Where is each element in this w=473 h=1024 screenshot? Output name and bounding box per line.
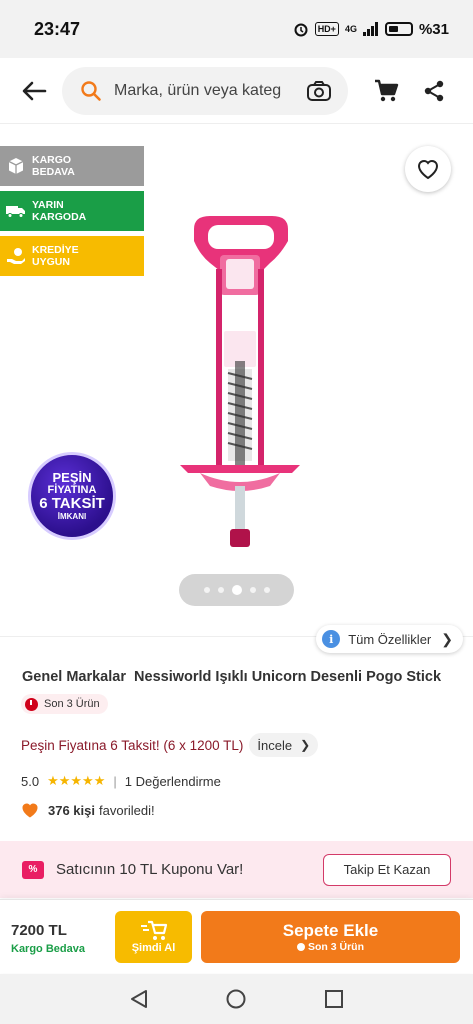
favorite-count: 376 kişi xyxy=(48,802,95,818)
nav-home-button[interactable] xyxy=(221,984,251,1014)
product-name: Nessiworld Işıklı Unicorn Desenli Pogo S… xyxy=(134,669,442,685)
installment-row: Peşin Fiyatına 6 Taksit! (6 x 1200 TL) İ… xyxy=(21,733,319,757)
carousel-indicator[interactable] xyxy=(179,574,294,606)
badge-line: KARGODA xyxy=(32,211,87,223)
badge-next-day: YARIN KARGODA xyxy=(0,191,144,231)
follow-earn-button[interactable]: Takip Et Kazan xyxy=(323,853,451,886)
badge-line: BEDAVA xyxy=(32,166,75,178)
favorite-button[interactable] xyxy=(405,146,451,192)
review-count[interactable]: 1 Değerlendirme xyxy=(125,774,221,789)
battery-icon xyxy=(384,22,413,36)
carousel-dot-active[interactable] xyxy=(231,585,242,595)
add-to-cart-label: Sepete Ekle xyxy=(282,921,379,940)
coupon-banner: % Satıcının 10 TL Kuponu Var! Takip Et K… xyxy=(0,841,473,898)
back-arrow-icon xyxy=(22,81,47,100)
box-icon xyxy=(6,156,26,176)
incele-label: İncele xyxy=(257,737,293,753)
heart-outline-icon xyxy=(417,160,439,180)
square-recents-icon xyxy=(325,990,344,1008)
sticker-line: 6 TAKSİT xyxy=(39,495,105,512)
buy-now-button[interactable]: Şimdi Al xyxy=(115,911,192,963)
camera-search-button[interactable] xyxy=(304,76,334,106)
add-to-cart-sub-label: Son 3 Ürün xyxy=(307,941,364,953)
cart-fast-icon xyxy=(140,920,167,940)
share-button[interactable] xyxy=(414,71,454,111)
heart-filled-icon xyxy=(22,803,38,818)
signal-icon xyxy=(362,22,378,36)
status-bar: 23:47 HD+ 4G %31 xyxy=(0,0,473,58)
all-specs-button[interactable]: i Tüm Özellikler ❯ xyxy=(316,625,463,653)
share-icon xyxy=(424,80,444,101)
battery-level: %31 xyxy=(418,20,449,38)
installment-text: Peşin Fiyatına 6 Taksit! (6 x 1200 TL) xyxy=(21,737,244,753)
all-specs-label: Tüm Özellikler xyxy=(348,631,432,647)
cart-icon xyxy=(375,79,399,101)
top-header xyxy=(0,58,473,124)
hd-indicator: HD+ xyxy=(314,22,339,36)
product-info: i Tüm Özellikler ❯ Genel Markalar Nessiw… xyxy=(0,625,473,836)
incele-button[interactable]: İncele ❯ xyxy=(249,733,319,757)
divider: | xyxy=(113,773,117,789)
chevron-right-icon: ❯ xyxy=(300,738,311,752)
rating-stars: ★★★★★ xyxy=(47,773,106,788)
nav-recents-button[interactable] xyxy=(319,984,349,1014)
product-brand[interactable]: Genel Markalar xyxy=(22,669,126,685)
carousel-dot[interactable] xyxy=(249,587,256,593)
installment-sticker: PEŞİN FİYATINA 6 TAKSİT İMKANI xyxy=(28,452,116,540)
badge-credit: KREDİYE UYGUN xyxy=(0,236,144,276)
stock-badge: Son 3 Ürün xyxy=(21,694,108,714)
favorite-text: favoriledi! xyxy=(99,802,155,818)
add-to-cart-button[interactable]: Sepete Ekle Son 3 Ürün xyxy=(201,911,460,963)
alarm-icon xyxy=(294,23,308,37)
badge-line: YARIN xyxy=(32,199,64,211)
search-icon xyxy=(81,80,101,101)
favorite-count-row: 376 kişi favoriledi! xyxy=(21,801,155,819)
carousel-dot[interactable] xyxy=(217,587,224,593)
add-to-cart-sub: Son 3 Ürün xyxy=(296,941,364,953)
sticker-line: İMKANI xyxy=(57,512,87,521)
shipping-label: Kargo Bedava xyxy=(11,943,85,955)
network-indicator: 4G xyxy=(344,24,357,34)
rating-value: 5.0 xyxy=(21,773,40,789)
clock-icon xyxy=(296,943,305,951)
info-icon: i xyxy=(322,630,341,648)
search-input[interactable] xyxy=(114,81,282,100)
coupon-icon: % xyxy=(22,860,44,879)
cart-button[interactable] xyxy=(366,71,406,111)
product-image xyxy=(180,216,300,547)
badge-line: UYGUN xyxy=(32,256,70,268)
hand-coin-icon xyxy=(6,246,26,266)
bottom-action-bar: 7200 TL Kargo Bedava Şimdi Al Sepete Ekl… xyxy=(0,899,473,973)
status-icons: HD+ 4G %31 xyxy=(293,21,449,38)
truck-icon xyxy=(6,201,26,221)
product-title: Genel Markalar Nessiworld Işıklı Unicorn… xyxy=(22,669,441,685)
carousel-dot[interactable] xyxy=(263,587,270,593)
clock-icon xyxy=(25,697,38,711)
circle-home-icon xyxy=(226,989,246,1009)
sticker-line: PEŞİN xyxy=(52,470,92,485)
back-button[interactable] xyxy=(14,71,54,111)
status-time: 23:47 xyxy=(34,18,81,39)
triangle-back-icon xyxy=(130,990,147,1008)
stock-badge-label: Son 3 Ürün xyxy=(44,698,100,710)
carousel-dot[interactable] xyxy=(203,587,210,593)
search-bar[interactable] xyxy=(62,66,348,115)
system-nav-bar xyxy=(0,974,473,1024)
price: 7200 TL xyxy=(11,922,67,939)
badge-free-shipping: KARGO BEDAVA xyxy=(0,146,144,186)
nav-back-button[interactable] xyxy=(124,984,154,1014)
badge-line: KREDİYE xyxy=(32,244,79,256)
buy-now-label: Şimdi Al xyxy=(131,942,176,954)
chevron-right-icon: ❯ xyxy=(441,630,453,647)
rating-row[interactable]: 5.0 ★★★★★ | 1 Değerlendirme xyxy=(21,773,221,789)
badge-line: KARGO xyxy=(32,154,72,166)
coupon-text: Satıcının 10 TL Kuponu Var! xyxy=(56,861,244,878)
product-gallery[interactable]: KARGO BEDAVA YARIN KARGODA KREDİYE UYGUN PE… xyxy=(0,125,473,635)
camera-icon xyxy=(307,80,331,101)
